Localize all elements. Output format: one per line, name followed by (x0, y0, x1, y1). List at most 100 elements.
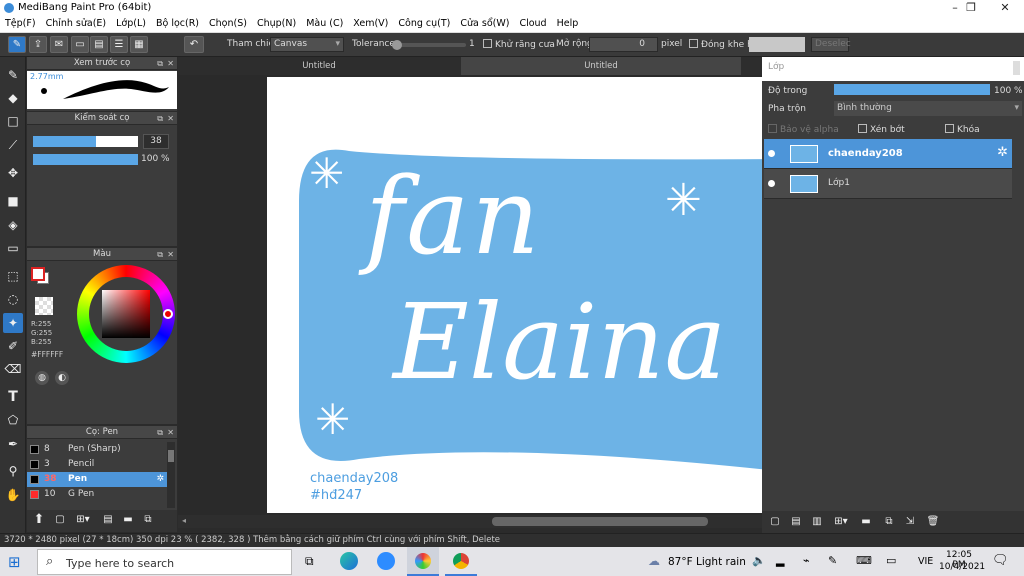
folder-icon[interactable]: ▬ (857, 514, 875, 531)
menu-layer[interactable]: Lớp(L) (111, 17, 151, 29)
foreground-color-swatch[interactable] (31, 267, 45, 281)
menu-file[interactable]: Tệp(F) (0, 17, 41, 29)
protect-alpha-checkbox[interactable]: Bảo vệ alpha (768, 124, 839, 135)
visibility-icon[interactable] (768, 180, 775, 187)
layer-opacity-slider[interactable] (834, 84, 990, 95)
save-icon[interactable]: ▭ (71, 36, 89, 53)
network-icon[interactable]: ▂ (776, 554, 784, 567)
add-layer-menu-icon[interactable]: ⊞▾ (829, 514, 853, 531)
expand-input[interactable]: 0 (589, 37, 658, 52)
brush-tool-icon[interactable]: ✎ (3, 65, 23, 85)
windows-start-icon[interactable]: ⊞ (8, 553, 21, 571)
new-layer-8bit-icon[interactable]: ▤ (787, 514, 805, 531)
merge-layer-icon[interactable]: ⇲ (901, 514, 919, 531)
folder-icon[interactable]: ▬ (119, 512, 137, 529)
hue-marker[interactable] (163, 309, 173, 319)
share-icon[interactable]: ⇪ (29, 36, 47, 53)
close-icon[interactable]: ✕ (167, 112, 174, 125)
brush-mode-icon[interactable]: ✎ (8, 36, 26, 53)
antialias-checkbox[interactable]: Khử răng cưa (483, 39, 555, 50)
close-button[interactable]: ✕ (988, 0, 1022, 17)
menu-edit[interactable]: Chỉnh sửa(E) (41, 17, 112, 29)
weather-text[interactable]: 87°F Light rain (668, 556, 746, 568)
new-layer-icon[interactable]: ▢ (766, 514, 784, 531)
usb-icon[interactable]: ⌁ (803, 554, 810, 567)
new-page-icon[interactable]: ▢ (51, 512, 69, 529)
lasso-tool-icon[interactable]: ◌ (3, 289, 23, 309)
move-tool-icon[interactable]: ✥ (3, 163, 23, 183)
close-icon[interactable]: ✕ (167, 426, 174, 439)
scroll-left-icon[interactable]: ◂ (182, 516, 186, 525)
close-icon[interactable]: ✕ (167, 248, 174, 261)
duplicate-layer-icon[interactable]: ⧉ (880, 514, 898, 531)
comment-icon[interactable]: ✉ (50, 36, 68, 53)
tab-untitled-2[interactable]: Untitled (461, 57, 741, 75)
layer-item[interactable]: chaenday208 ✲ (764, 139, 1012, 169)
list-icon[interactable]: ☰ (110, 36, 128, 53)
palette-add-icon[interactable]: ◐ (55, 371, 69, 385)
select-rect-tool-icon[interactable]: ⬚ (3, 266, 23, 286)
horizontal-scrollbar[interactable]: ◂ (178, 515, 762, 528)
new-layer-1bit-icon[interactable]: ▥ (808, 514, 826, 531)
tolerance-slider[interactable] (392, 40, 466, 50)
menu-view[interactable]: Xem(V) (348, 17, 393, 29)
menu-window[interactable]: Cửa sổ(W) (455, 17, 514, 29)
text-tool-icon[interactable]: T (3, 387, 23, 407)
brush-list-item[interactable]: 38 Pen ✲ (27, 472, 167, 487)
magic-wand-tool-icon[interactable]: ✦ (3, 313, 23, 333)
menu-snap[interactable]: Chụp(N) (252, 17, 301, 29)
brush-settings-icon[interactable]: ▤ (99, 512, 117, 529)
bucket-tool-icon[interactable]: ◈ (3, 215, 23, 235)
canvas-area[interactable]: ✳ ✳ ✳ fan Elaina chaenday208 #hđ247 (178, 75, 762, 515)
menu-tools[interactable]: Công cụ(T) (393, 17, 455, 29)
size-value[interactable]: 38 (143, 134, 169, 149)
close-gap-slider[interactable] (749, 37, 805, 52)
eraser-tool-icon[interactable]: ◆ (3, 88, 23, 108)
add-menu-icon[interactable]: ⊞▾ (71, 512, 95, 529)
select-eraser-tool-icon[interactable]: ⌫ (3, 359, 23, 379)
popout-icon[interactable]: ⧉ (157, 426, 163, 439)
line-tool-icon[interactable]: ⟋ (3, 135, 23, 155)
tab-untitled-1[interactable]: Untitled (178, 57, 460, 75)
dropper-tool-icon[interactable]: ✒ (3, 434, 23, 454)
brush-list-item[interactable]: 8 Pen (Sharp) (27, 442, 167, 457)
maximize-button[interactable]: ❐ (954, 0, 988, 17)
operation-tool-icon[interactable]: ⬠ (3, 410, 23, 430)
opacity-slider[interactable] (33, 154, 138, 165)
blend-select[interactable]: Bình thường ▾ (834, 101, 1022, 116)
pen-icon[interactable]: ✎ (828, 554, 837, 567)
menu-filter[interactable]: Bộ lọc(R) (151, 17, 204, 29)
keyboard-icon[interactable]: ⌨ (856, 554, 872, 567)
add-brush-icon[interactable]: ⬆ (30, 512, 48, 529)
palette-icon[interactable]: ◍ (35, 371, 49, 385)
gradient-tool-icon[interactable]: ▭ (3, 238, 23, 258)
artboard[interactable]: ✳ ✳ ✳ fan Elaina chaenday208 #hđ247 (267, 77, 762, 513)
menu-select[interactable]: Chọn(S) (204, 17, 252, 29)
gear-icon[interactable]: ✲ (997, 145, 1008, 160)
edge-icon[interactable] (340, 552, 358, 570)
rect-tool-icon[interactable]: □ (3, 111, 23, 131)
zoom-icon[interactable] (377, 552, 395, 570)
deselect-button[interactable]: Deselec (811, 37, 851, 52)
input-language[interactable]: VIE (918, 556, 933, 567)
visibility-icon[interactable] (768, 150, 775, 157)
lock-checkbox[interactable]: Khóa (945, 124, 980, 135)
popout-icon[interactable]: ⧉ (157, 112, 163, 125)
menu-color[interactable]: Màu (C) (301, 17, 348, 29)
chrome-taskbar-icon[interactable] (445, 547, 477, 576)
duplicate-icon[interactable]: ⧉ (139, 512, 157, 529)
saturation-square[interactable] (102, 290, 150, 338)
brush-list-item[interactable]: 3 Pencil (27, 457, 167, 472)
document-icon[interactable]: ▤ (90, 36, 108, 53)
layer-item[interactable]: Lớp1 (764, 169, 1012, 199)
fill-rect-tool-icon[interactable]: ■ (3, 191, 23, 211)
gear-icon[interactable]: ✲ (156, 472, 164, 487)
size-slider[interactable] (33, 136, 138, 147)
eyedropper-tool-icon[interactable]: ⚲ (3, 461, 23, 481)
refer-select[interactable]: Canvas ▾ (270, 37, 344, 52)
menu-cloud[interactable]: Cloud (514, 17, 551, 29)
display-icon[interactable]: ▭ (886, 554, 896, 567)
delete-layer-icon[interactable]: 🗑 (924, 514, 942, 531)
grid-icon[interactable]: ▦ (130, 36, 148, 53)
brush-list-scrollbar[interactable] (167, 442, 175, 508)
